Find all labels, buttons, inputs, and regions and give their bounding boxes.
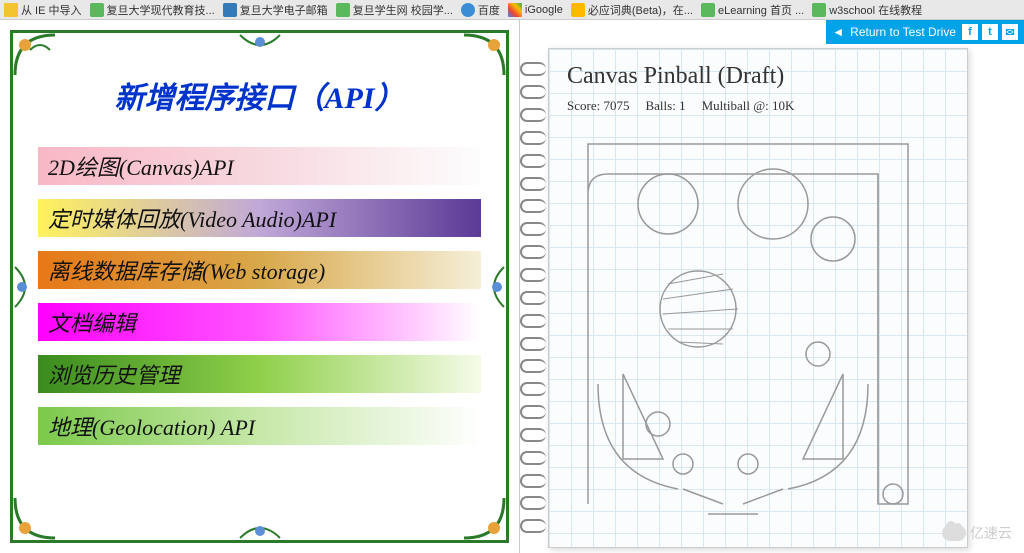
bookmark-item[interactable]: 复旦大学电子邮箱: [223, 2, 328, 18]
return-link[interactable]: Return to Test Drive: [850, 25, 956, 39]
api-item: 地理(Geolocation) API: [38, 407, 481, 445]
api-item: 定时媒体回放(Video Audio)API: [38, 199, 481, 237]
api-item: 离线数据库存储(Web storage): [38, 251, 481, 289]
pinball-board[interactable]: [567, 124, 949, 524]
bing-icon: [571, 3, 585, 17]
bookmark-label: eLearning 首页 ...: [718, 2, 804, 18]
bookmark-item[interactable]: eLearning 首页 ...: [701, 2, 804, 18]
api-item: 2D绘图(Canvas)API: [38, 147, 481, 185]
spiral-binding: [520, 58, 550, 538]
bookmark-item[interactable]: 复旦学生网 校园学...: [336, 2, 453, 18]
ornament-icon: [230, 30, 290, 60]
site-icon: [223, 3, 237, 17]
bookmark-item[interactable]: iGoogle: [508, 3, 563, 17]
ie-icon: [461, 3, 475, 17]
arrow-left-icon[interactable]: ◄: [832, 25, 844, 39]
slide-title: 新增程序接口（API）: [38, 73, 481, 117]
twitter-icon[interactable]: t: [982, 24, 998, 40]
api-list: 2D绘图(Canvas)API 定时媒体回放(Video Audio)API 离…: [38, 147, 481, 445]
site-icon: [90, 3, 104, 17]
return-bar: ◄ Return to Test Drive f t ✉: [826, 20, 1024, 44]
folder-icon: [4, 3, 18, 17]
ornament-icon: [10, 30, 60, 80]
pinball-notebook: Canvas Pinball (Draft) Score: 7075 Balls…: [530, 48, 970, 548]
bookmark-item[interactable]: 复旦大学现代教育技...: [90, 2, 215, 18]
bookmark-label: 复旦大学电子邮箱: [240, 2, 328, 18]
site-icon: [701, 3, 715, 17]
ornament-icon: [459, 493, 509, 543]
bookmark-label: 百度: [478, 2, 500, 18]
api-item: 浏览历史管理: [38, 355, 481, 393]
watermark-text: 亿速云: [970, 523, 1012, 543]
bookmarks-bar: 从 IE 中导入 复旦大学现代教育技... 复旦大学电子邮箱 复旦学生网 校园学…: [0, 0, 1024, 20]
site-icon: [336, 3, 350, 17]
balls-stat: Balls: 1: [645, 98, 685, 114]
mail-icon[interactable]: ✉: [1002, 24, 1018, 40]
bookmark-item[interactable]: 从 IE 中导入: [4, 2, 82, 18]
score-stat: Score: 7075: [567, 98, 629, 114]
watermark: 亿速云: [942, 523, 1012, 543]
api-item: 文档编辑: [38, 303, 481, 341]
multiball-stat: Multiball @: 10K: [702, 98, 795, 114]
google-icon: [508, 3, 522, 17]
game-title: Canvas Pinball (Draft): [567, 63, 949, 90]
ornament-icon: [10, 257, 40, 317]
facebook-icon[interactable]: f: [962, 24, 978, 40]
ornament-icon: [479, 257, 509, 317]
site-icon: [812, 3, 826, 17]
bookmark-label: w3school 在线教程: [829, 2, 922, 18]
bookmark-label: 从 IE 中导入: [21, 2, 82, 18]
bookmark-item[interactable]: w3school 在线教程: [812, 2, 922, 18]
ornament-icon: [10, 493, 60, 543]
game-stats: Score: 7075 Balls: 1 Multiball @: 10K: [567, 98, 949, 114]
cloud-icon: [942, 525, 966, 541]
bookmark-item[interactable]: 必应词典(Beta)，在...: [571, 2, 693, 18]
bookmark-label: 必应词典(Beta)，在...: [588, 2, 693, 18]
left-panel: 新增程序接口（API） 2D绘图(Canvas)API 定时媒体回放(Video…: [0, 20, 520, 553]
slide-frame: 新增程序接口（API） 2D绘图(Canvas)API 定时媒体回放(Video…: [10, 30, 509, 543]
ornament-icon: [459, 30, 509, 80]
bookmark-label: iGoogle: [525, 4, 563, 16]
ornament-icon: [230, 513, 290, 543]
bookmark-label: 复旦学生网 校园学...: [353, 2, 453, 18]
bookmark-label: 复旦大学现代教育技...: [107, 2, 215, 18]
content-area: 新增程序接口（API） 2D绘图(Canvas)API 定时媒体回放(Video…: [0, 20, 1024, 553]
pinball-paper[interactable]: Canvas Pinball (Draft) Score: 7075 Balls…: [548, 48, 968, 548]
bookmark-item[interactable]: 百度: [461, 2, 500, 18]
right-panel: ◄ Return to Test Drive f t ✉ Canvas Pinb…: [520, 20, 1024, 553]
social-icons: f t ✉: [962, 24, 1018, 40]
